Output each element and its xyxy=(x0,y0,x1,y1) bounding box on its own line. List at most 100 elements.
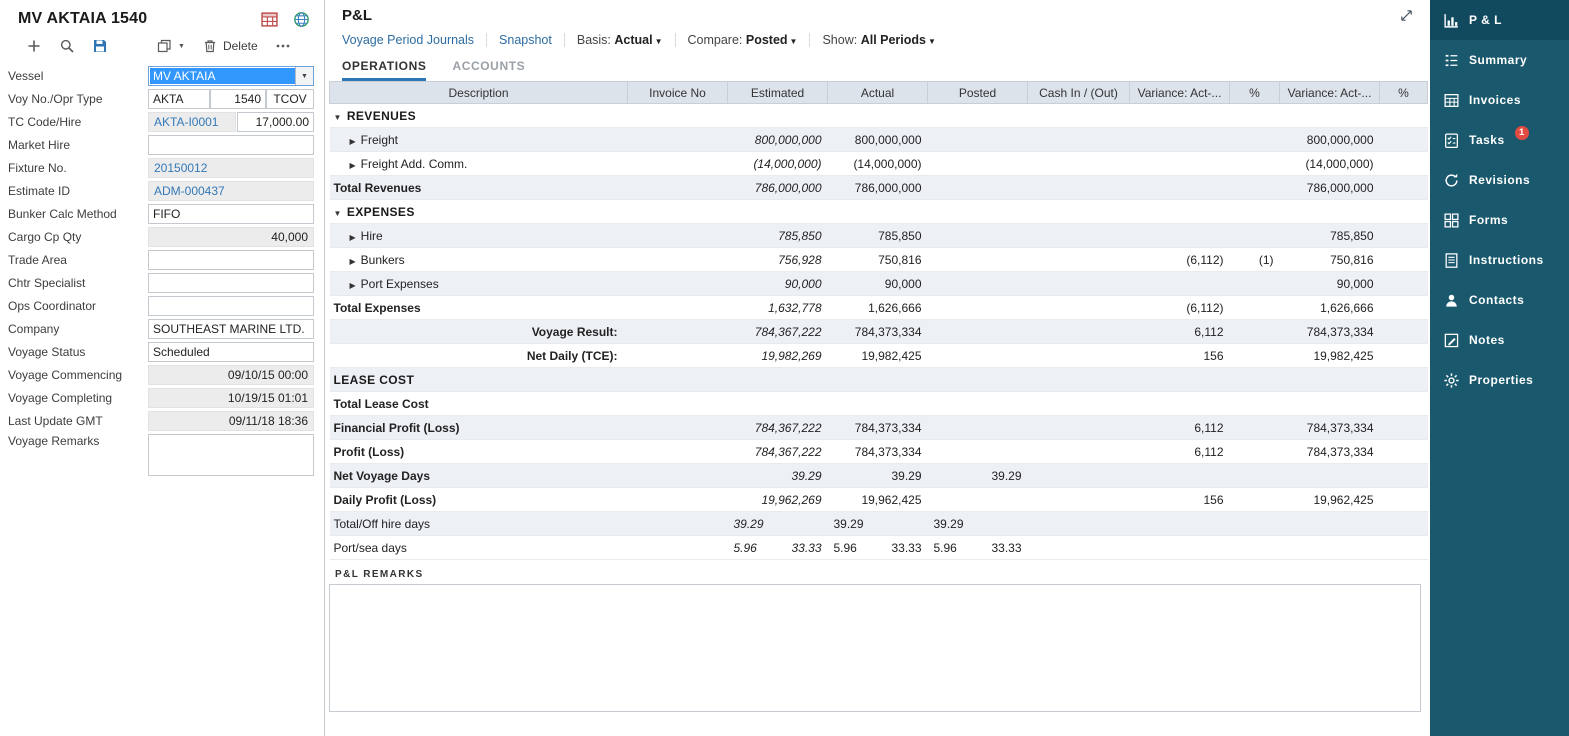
cell-posted xyxy=(928,320,1028,344)
add-button[interactable] xyxy=(26,38,42,54)
field-chtr-specialist[interactable] xyxy=(148,273,314,293)
sidebar-item-instructions[interactable]: Instructions xyxy=(1430,240,1569,280)
sidebar-item-properties[interactable]: Properties xyxy=(1430,360,1569,400)
toolbar-dropdown-show[interactable]: Show: All Periods▼ xyxy=(810,33,947,47)
pnl-table-body: ▼REVENUES▶Freight800,000,000800,000,0008… xyxy=(330,104,1428,560)
cell-posted xyxy=(928,392,1028,416)
cell-pct1 xyxy=(1230,392,1280,416)
cell-pct2 xyxy=(1380,464,1428,488)
cell-pct2 xyxy=(1380,296,1428,320)
chevron-down-icon: ▼ xyxy=(790,37,798,46)
sidebar-item-invoices[interactable]: Invoices xyxy=(1430,80,1569,120)
sidebar-item-p-l[interactable]: P & L xyxy=(1430,0,1569,40)
column-header-actual[interactable]: Actual xyxy=(828,82,928,104)
toolbar-voyage-period-journals[interactable]: Voyage Period Journals xyxy=(342,33,487,47)
expand-arrow-icon[interactable]: ▶ xyxy=(350,137,356,146)
cell-est: 756,928 xyxy=(728,248,828,272)
cell-cash xyxy=(1028,248,1130,272)
search-button[interactable] xyxy=(59,38,75,54)
field-trade-area[interactable] xyxy=(148,250,314,270)
sidebar-item-notes[interactable]: Notes xyxy=(1430,320,1569,360)
cell-var2: 785,850 xyxy=(1280,224,1380,248)
link-akta-i0001[interactable]: AKTA-I0001 xyxy=(148,112,236,132)
tab-accounts[interactable]: ACCOUNTS xyxy=(452,59,525,81)
expand-arrow-icon[interactable]: ▶ xyxy=(350,281,356,290)
cell-pct1 xyxy=(1230,176,1280,200)
table-row-total-off-hire-days: Total/Off hire days39.2939.2939.29 xyxy=(330,512,1428,536)
field-company[interactable] xyxy=(148,319,314,339)
cell-pair: 5.9633.33 xyxy=(734,541,822,555)
expand-arrow-icon[interactable]: ▶ xyxy=(350,233,356,242)
column-header-invoice-no[interactable]: Invoice No xyxy=(628,82,728,104)
header-icons xyxy=(261,11,310,28)
column-header-variance-act[interactable]: Variance: Act-... xyxy=(1130,82,1230,104)
cell-var1: 156 xyxy=(1130,344,1230,368)
column-header-cash-in-out[interactable]: Cash In / (Out) xyxy=(1028,82,1130,104)
expand-arrow-icon[interactable]: ▶ xyxy=(350,257,356,266)
cell-act: 786,000,000 xyxy=(828,176,928,200)
sidebar-item-forms[interactable]: Forms xyxy=(1430,200,1569,240)
cell-posted: 39.29 xyxy=(928,464,1028,488)
more-button[interactable] xyxy=(275,38,291,54)
field-voyage-remarks[interactable] xyxy=(148,434,314,476)
cell-pct1 xyxy=(1230,536,1280,560)
tab-operations[interactable]: OPERATIONS xyxy=(342,59,426,81)
field-tc-code-hire-value[interactable] xyxy=(237,112,314,132)
cell-var2: 750,816 xyxy=(1280,248,1380,272)
cell-pct1 xyxy=(1230,368,1280,392)
spreadsheet-icon[interactable] xyxy=(261,12,278,27)
row-label-cell: Port/sea days xyxy=(330,536,628,560)
field-voy-no-opr-type-2[interactable] xyxy=(210,89,266,109)
field-voy-no-opr-type-3[interactable] xyxy=(266,89,314,109)
column-header-description[interactable]: Description xyxy=(330,82,628,104)
collapse-panel-icon[interactable] xyxy=(1399,8,1414,23)
column-header-posted[interactable]: Posted xyxy=(928,82,1028,104)
column-header-pct-9[interactable]: % xyxy=(1380,82,1428,104)
sidebar-item-tasks[interactable]: Tasks1 xyxy=(1430,120,1569,160)
cell-pct2 xyxy=(1380,248,1428,272)
cell-est: 39.29 xyxy=(728,464,828,488)
vessel-select[interactable]: MV AKTAIA▼ xyxy=(148,66,314,86)
collapse-arrow-icon[interactable]: ▼ xyxy=(334,209,342,218)
field-voy-no-opr-type-1[interactable] xyxy=(148,89,210,109)
column-header-pct-7[interactable]: % xyxy=(1230,82,1280,104)
cell-pair: 39.29 xyxy=(934,517,1022,531)
field-voyage-status[interactable] xyxy=(148,342,314,362)
column-header-estimated[interactable]: Estimated xyxy=(728,82,828,104)
field-bunker-calc-method[interactable] xyxy=(148,204,314,224)
globe-icon[interactable] xyxy=(293,11,310,28)
pnl-tabs: OPERATIONS ACCOUNTS xyxy=(325,59,1430,81)
cell-var2: 1,626,666 xyxy=(1280,296,1380,320)
delete-button[interactable]: Delete xyxy=(202,38,258,54)
column-header-variance-act[interactable]: Variance: Act-... xyxy=(1280,82,1380,104)
table-row-port-sea-days: Port/sea days5.9633.335.9633.335.9633.33 xyxy=(330,536,1428,560)
table-row-lease-cost: LEASE COST xyxy=(330,368,1428,392)
form-row-voyage-remarks: Voyage Remarks xyxy=(8,434,314,476)
expand-arrow-icon[interactable]: ▶ xyxy=(350,161,356,170)
dropdown-arrow-icon[interactable]: ▼ xyxy=(295,67,313,85)
sidebar-item-contacts[interactable]: Contacts xyxy=(1430,280,1569,320)
cell-cash xyxy=(1028,512,1130,536)
link-20150012[interactable]: 20150012 xyxy=(148,158,314,178)
row-label-cell: Financial Profit (Loss) xyxy=(330,416,628,440)
cell-invoice xyxy=(628,344,728,368)
cell-act: (14,000,000) xyxy=(828,152,928,176)
collapse-arrow-icon[interactable]: ▼ xyxy=(334,113,342,122)
table-row-port-expenses: ▶Port Expenses90,00090,00090,000 xyxy=(330,272,1428,296)
row-label-cell: ▶Freight Add. Comm. xyxy=(330,152,628,176)
toolbar-dropdown-basis[interactable]: Basis: Actual▼ xyxy=(565,33,676,47)
table-row-financial-profit-loss: Financial Profit (Loss)784,367,222784,37… xyxy=(330,416,1428,440)
toolbar-dropdown-compare[interactable]: Compare: Posted▼ xyxy=(676,33,811,47)
copy-menu-button[interactable]: ▼ xyxy=(156,38,185,54)
cell-est xyxy=(728,368,828,392)
field-ops-coordinator[interactable] xyxy=(148,296,314,316)
pnl-remarks-input[interactable] xyxy=(329,584,1421,712)
save-button[interactable] xyxy=(92,38,108,54)
field-market-hire[interactable] xyxy=(148,135,314,155)
sidebar-item-summary[interactable]: Summary xyxy=(1430,40,1569,80)
forms-icon xyxy=(1443,212,1460,229)
sidebar-item-revisions[interactable]: Revisions xyxy=(1430,160,1569,200)
form-row-chtr-specialist: Chtr Specialist xyxy=(8,273,314,293)
link-adm-000437[interactable]: ADM-000437 xyxy=(148,181,314,201)
toolbar-snapshot[interactable]: Snapshot xyxy=(487,33,565,47)
